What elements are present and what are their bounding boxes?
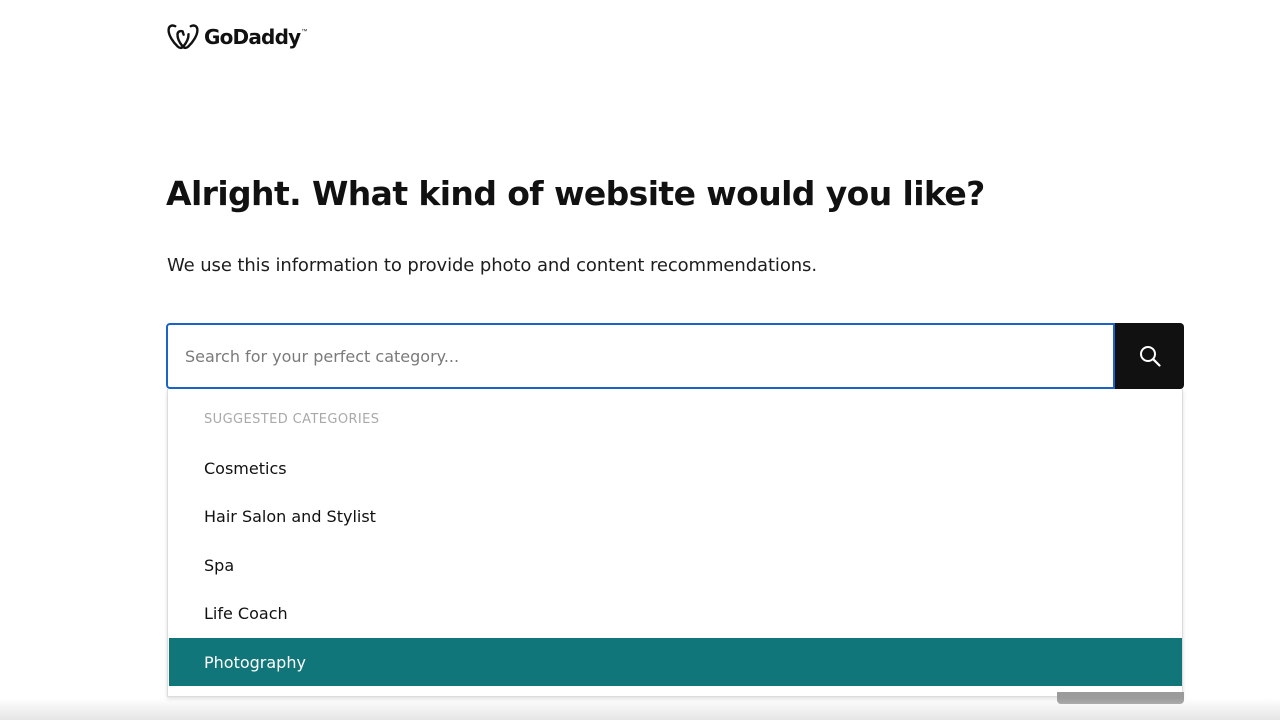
category-option-hair-salon[interactable]: Hair Salon and Stylist — [169, 492, 1182, 540]
logo-wordmark: GoDaddy — [204, 25, 301, 49]
logo-trademark: ™ — [301, 29, 308, 35]
search-button[interactable] — [1115, 323, 1184, 389]
category-option-spa[interactable]: Spa — [169, 541, 1182, 589]
page-bottom-fade — [0, 698, 1280, 720]
suggested-categories-header: SUGGESTED CATEGORIES — [204, 412, 380, 427]
category-option-photography[interactable]: Photography — [169, 638, 1182, 686]
godaddy-logo[interactable]: GoDaddy ™ — [167, 22, 307, 52]
page-subtitle: We use this information to provide photo… — [167, 255, 817, 276]
search-icon — [1139, 346, 1161, 367]
category-option-life-coach[interactable]: Life Coach — [169, 589, 1182, 637]
page: GoDaddy ™ Alright. What kind of website … — [0, 0, 1280, 720]
category-search-input[interactable] — [166, 323, 1115, 389]
category-option-cosmetics[interactable]: Cosmetics — [169, 444, 1182, 492]
category-search-bar — [166, 323, 1184, 389]
suggested-categories-dropdown: SUGGESTED CATEGORIES Cosmetics Hair Salo… — [167, 389, 1183, 697]
page-title: Alright. What kind of website would you … — [166, 174, 985, 213]
godaddy-logo-icon — [167, 24, 199, 50]
